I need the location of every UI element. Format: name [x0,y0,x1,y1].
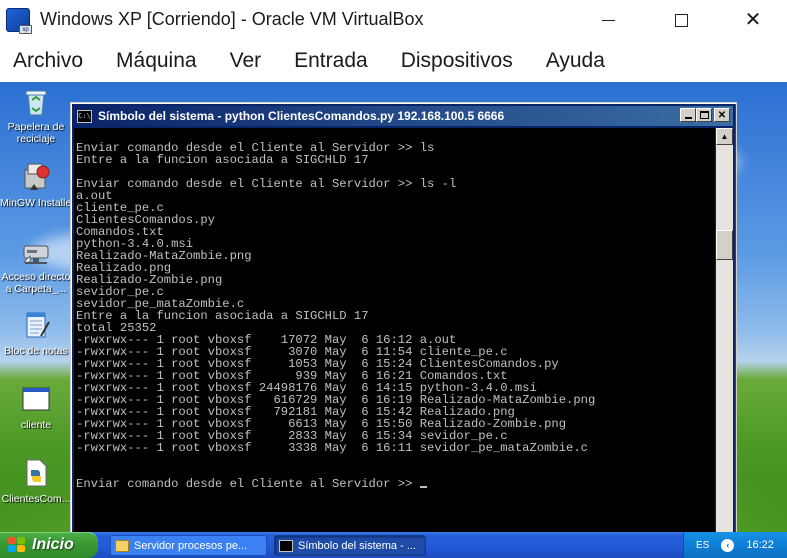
cmd-titlebar[interactable]: C:\ Símbolo del sistema - python Cliente… [74,106,733,126]
start-button[interactable]: Inicio [0,532,98,558]
desktop-icon-mingw[interactable]: MinGW Installe... [0,160,72,209]
taskbar-item-cmd[interactable]: Símbolo del sistema - ... [274,535,426,556]
console-output[interactable]: Enviar comando desde el Cliente al Servi… [74,128,715,532]
installer-icon [19,160,53,194]
arrow-up-icon: ▲ [720,132,729,141]
cmd-minimize-button[interactable] [680,108,696,122]
folder-icon [115,539,129,552]
console-line: Enviar comando desde el Cliente al Servi… [76,177,457,191]
vertical-scrollbar[interactable]: ▲ ▼ [716,128,733,532]
desktop-icon-label: MinGW Installe... [0,197,72,209]
host-window-title: Windows XP [Corriendo] - Oracle VM Virtu… [40,9,424,29]
console-line: ClientesComandos.py [76,213,215,227]
console-prompt[interactable]: Enviar comando desde el Cliente al Servi… [76,478,715,490]
guest-desktop[interactable]: Papelera de reciclaje MinGW Installe... A… [0,82,787,532]
cmd-window-title: Símbolo del sistema - python ClientesCom… [98,109,505,123]
cmd-icon [279,539,293,552]
desktop-icon-label: ClientesCom... [1,493,71,505]
taskbar: Inicio Servidor procesos pe... Símbolo d… [0,532,787,558]
console-line: Realizado-Zombie.png [76,273,223,287]
minimize-button[interactable] [585,0,631,40]
taskbar-item-label: Servidor procesos pe... [134,539,248,552]
maximize-button[interactable] [658,0,704,40]
notepad-icon [19,308,53,342]
menu-maquina[interactable]: Máquina [116,49,197,73]
maximize-icon [674,13,688,27]
console-line: Realizado-MataZombie.png [76,249,252,263]
system-tray: ES ‹ 16:22 [683,532,787,558]
taskbar-item-label: Símbolo del sistema - ... [298,539,416,552]
menu-archivo[interactable]: Archivo [13,49,83,73]
desktop-icon-cliente[interactable]: cliente [0,382,72,431]
console-line: Entre a la funcion asociada a SIGCHLD 17 [76,153,369,167]
text-cursor [419,486,427,488]
minimize-icon [601,19,615,21]
menu-ver[interactable]: Ver [230,49,262,73]
console-line: Entre a la funcion asociada a SIGCHLD 17 [76,309,369,323]
cmd-close-button[interactable]: ✕ [714,108,730,122]
desktop-icon-clientescomandos[interactable]: ClientesCom... [0,456,72,505]
clock: 16:22 [746,539,774,551]
desktop-icon-label: Acceso directo a Carpeta_... [1,271,71,295]
console-line: a.out [76,189,113,203]
taskbar-item-folder[interactable]: Servidor procesos pe... [110,535,267,556]
close-button[interactable]: ✕ [730,0,776,40]
menu-dispositivos[interactable]: Dispositivos [401,49,513,73]
start-label: Inicio [32,536,74,553]
cmd-icon[interactable]: C:\ [77,109,92,123]
menu-entrada[interactable]: Entrada [294,49,368,73]
maximize-icon [699,111,709,119]
windows-logo-icon [8,537,26,553]
host-titlebar: xp Windows XP [Corriendo] - Oracle VM Vi… [0,0,787,40]
network-drive-icon [19,234,53,268]
language-indicator[interactable]: ES [696,540,709,551]
desktop-icon-recycle-bin[interactable]: Papelera de reciclaje [0,84,72,145]
console-app-icon [19,382,53,416]
python-file-icon [19,456,53,490]
desktop-icon-label: Bloc de notas [4,345,68,357]
minimize-icon [684,117,692,119]
close-icon: ✕ [717,109,727,121]
virtualbox-app-icon: xp [6,8,32,34]
scroll-thumb[interactable] [716,230,733,260]
desktop-icon-label: Papelera de reciclaje [7,121,65,145]
prompt-text: Enviar comando desde el Cliente al Servi… [76,477,420,491]
tray-chevron-icon[interactable]: ‹ [721,538,735,552]
console-line: -rwxrwx--- 1 root vboxsf 3338 May 6 16:1… [76,441,588,455]
scroll-up-button[interactable]: ▲ [716,128,733,145]
recycle-bin-icon [19,84,53,118]
cmd-maximize-button[interactable] [696,108,712,122]
xp-badge-icon: xp [19,25,32,34]
desktop-icon-label: cliente [20,419,52,431]
cmd-window[interactable]: C:\ Símbolo del sistema - python Cliente… [70,102,737,532]
host-menubar: Archivo Máquina Ver Entrada Dispositivos… [0,40,787,82]
desktop-icon-notepad[interactable]: Bloc de notas [0,308,72,357]
desktop-icon-shortcut-folder[interactable]: Acceso directo a Carpeta_... [0,234,72,295]
close-icon: ✕ [744,9,762,31]
menu-ayuda[interactable]: Ayuda [546,49,605,73]
